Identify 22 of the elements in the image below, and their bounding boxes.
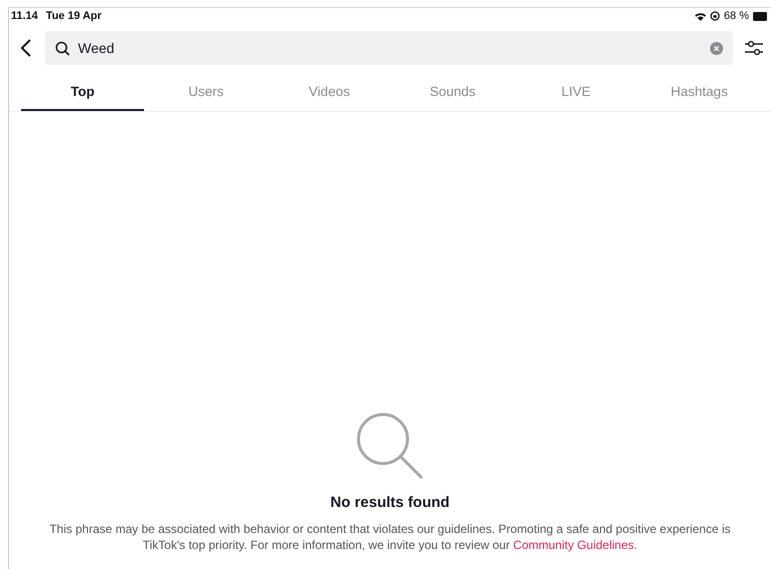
back-icon[interactable]: [19, 38, 33, 58]
status-date: Tue 19 Apr: [46, 10, 102, 22]
filter-icon[interactable]: [745, 40, 763, 56]
search-text: Weed: [78, 40, 116, 56]
tab[interactable]: Sounds: [390, 78, 514, 111]
battery-percent: 68 %: [724, 10, 749, 22]
clear-icon[interactable]: [710, 42, 723, 54]
tab[interactable]: Hashtags: [638, 78, 761, 111]
tab[interactable]: LIVE: [514, 78, 638, 111]
wifi-icon: [694, 12, 706, 20]
magnifier-icon: [356, 412, 424, 480]
tab[interactable]: Users: [144, 78, 268, 111]
status-time: 11.14: [11, 10, 38, 22]
community-guidelines-link[interactable]: Community Guidelines: [513, 538, 634, 552]
tab[interactable]: Videos: [268, 78, 391, 111]
lock-rotation-icon: [710, 11, 720, 21]
empty-message: This phrase may be associated with behavior or content that violates our guidelines. Promoting a safe and positive experience is TikTok's top priority. For more information, we invite you to review our Community Guidelines.: [48, 521, 732, 553]
tab[interactable]: Top: [21, 78, 144, 111]
search-field[interactable]: Weed: [45, 31, 733, 65]
search-icon: [55, 40, 70, 56]
empty-title: No results found: [330, 494, 450, 511]
battery-icon: [753, 12, 767, 20]
